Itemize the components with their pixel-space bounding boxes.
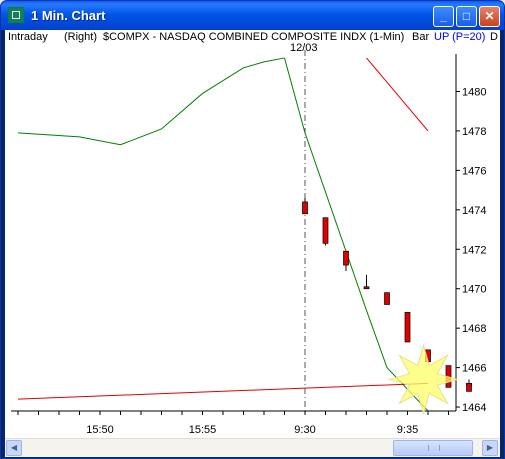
y-tick-label: 1474 bbox=[462, 205, 486, 217]
x-tick-label: 9:30 bbox=[294, 424, 315, 436]
candle-body bbox=[363, 286, 370, 290]
series-line-red-2 bbox=[366, 57, 429, 132]
y-tick-label: 1464 bbox=[462, 402, 486, 414]
candle-body bbox=[322, 217, 329, 244]
candle-body bbox=[302, 201, 308, 215]
y-tick-label: 1478 bbox=[462, 126, 486, 138]
alert-burst-icon bbox=[387, 343, 460, 416]
title-bar[interactable]: 1 Min. Chart _ □ ✕ bbox=[1, 1, 504, 30]
candle-body bbox=[404, 312, 411, 343]
y-tick-label: 1476 bbox=[462, 165, 486, 177]
latest-candle-body bbox=[466, 383, 472, 392]
y-tick-label: 1470 bbox=[462, 284, 486, 296]
candle-body bbox=[343, 250, 349, 266]
close-button[interactable]: ✕ bbox=[479, 6, 500, 27]
series-line-green-2 bbox=[284, 57, 429, 411]
horizontal-scrollbar[interactable]: ◀ ▶ bbox=[5, 438, 500, 457]
x-tick-label: 15:50 bbox=[86, 424, 114, 436]
series-line-red bbox=[17, 382, 429, 400]
chart-window: 1 Min. Chart _ □ ✕ Intraday (Right) $COM… bbox=[0, 0, 505, 459]
scroll-thumb[interactable] bbox=[393, 440, 473, 456]
y-tick-label: 1468 bbox=[462, 323, 486, 335]
window-title: 1 Min. Chart bbox=[31, 8, 106, 23]
chart-area[interactable]: Intraday (Right) $COMPX - NASDAQ COMBINE… bbox=[5, 30, 500, 457]
y-tick-label: 1472 bbox=[462, 244, 486, 256]
x-tick-label: 15:55 bbox=[189, 424, 217, 436]
scroll-left-arrow-icon[interactable]: ◀ bbox=[6, 440, 22, 456]
series-line-green bbox=[17, 57, 285, 146]
scroll-right-arrow-icon[interactable]: ▶ bbox=[482, 440, 498, 456]
price-chart[interactable]: 1480 1478 1476 1474 1472 1470 1468 1466 1464 15:5… bbox=[5, 30, 500, 438]
y-tick-label: 1480 bbox=[462, 86, 486, 98]
minimize-button[interactable]: _ bbox=[433, 6, 454, 27]
y-tick-label: 1466 bbox=[462, 363, 486, 375]
maximize-button[interactable]: □ bbox=[456, 6, 477, 27]
x-tick-label: 9:35 bbox=[397, 424, 418, 436]
candle-body bbox=[384, 292, 390, 305]
chart-app-icon[interactable] bbox=[8, 7, 24, 23]
